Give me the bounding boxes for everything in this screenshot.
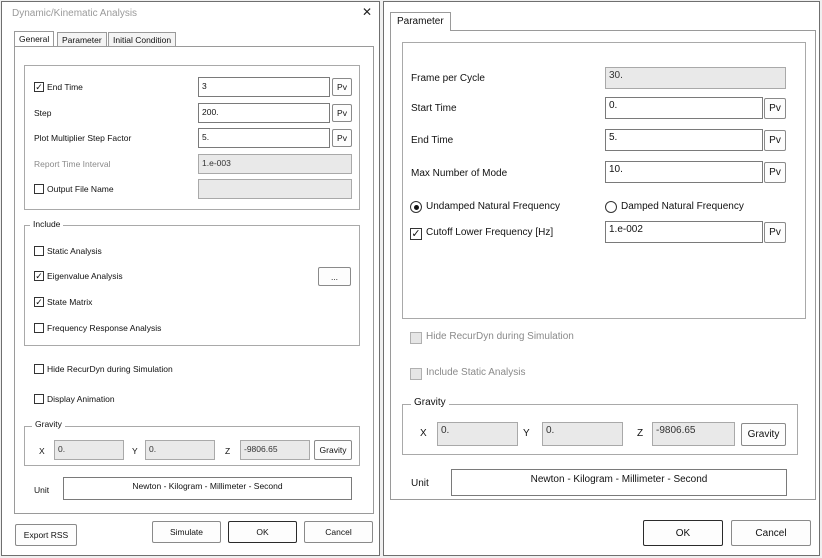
unit-field[interactable]: Newton - Kilogram - Millimeter - Second [63, 477, 352, 500]
gravity-x-label-right: X [420, 428, 427, 439]
output-file-checkbox[interactable] [34, 184, 44, 194]
end-time-pv-button[interactable]: Pv [332, 78, 352, 96]
gravity-x-field-right[interactable]: 0. [437, 422, 518, 446]
plot-multiplier-pv-button[interactable]: Pv [332, 129, 352, 147]
tab-general[interactable]: General [14, 31, 55, 46]
damped-label: Damped Natural Frequency [621, 201, 744, 212]
plot-multiplier-field[interactable]: 5. [198, 128, 330, 148]
cutoff-frequency-field[interactable]: 1.e-002 [605, 221, 763, 243]
plot-multiplier-label: Plot Multiplier Step Factor [34, 133, 132, 143]
hide-recurdyn-label: Hide RecurDyn during Simulation [47, 364, 173, 374]
step-pv-button[interactable]: Pv [332, 104, 352, 122]
hide-recurdyn-checkbox-right [410, 332, 422, 344]
ok-button[interactable]: OK [228, 521, 297, 543]
cutoff-frequency-label: Cutoff Lower Frequency [Hz] [426, 227, 554, 238]
end-time-label-right: End Time [411, 135, 454, 146]
end-time-checkbox[interactable]: ✓ [34, 82, 44, 92]
static-analysis-checkbox[interactable] [34, 246, 44, 256]
simulate-button[interactable]: Simulate [152, 521, 221, 543]
end-time-field-right[interactable]: 5. [605, 129, 763, 151]
start-time-field[interactable]: 0. [605, 97, 763, 119]
max-modes-pv-button[interactable]: Pv [764, 162, 786, 183]
tab-parameter-right[interactable]: Parameter [390, 12, 451, 31]
gravity-y-label-right: Y [523, 428, 530, 439]
gravity-z-field[interactable]: -9806.65 [240, 440, 310, 460]
cancel-button-right[interactable]: Cancel [731, 520, 811, 546]
display-animation-checkbox[interactable] [34, 394, 44, 404]
gravity-x-label: X [39, 446, 45, 456]
end-time-field[interactable]: 3 [198, 77, 330, 97]
cutoff-frequency-checkbox[interactable]: ✓ [410, 228, 422, 240]
gravity-button[interactable]: Gravity [314, 440, 352, 460]
gravity-y-field-right[interactable]: 0. [542, 422, 623, 446]
gravity-legend: Gravity [32, 419, 65, 429]
static-analysis-label: Static Analysis [47, 246, 102, 256]
state-matrix-label: State Matrix [47, 297, 93, 307]
cutoff-frequency-pv-button[interactable]: Pv [764, 222, 786, 243]
display-animation-label: Display Animation [47, 394, 115, 404]
step-field[interactable]: 200. [198, 103, 330, 123]
gravity-button-right[interactable]: Gravity [741, 423, 786, 446]
end-time-label: End Time [47, 82, 83, 92]
max-modes-field[interactable]: 10. [605, 161, 763, 183]
end-time-pv-button-right[interactable]: Pv [764, 130, 786, 151]
gravity-x-field[interactable]: 0. [54, 440, 124, 460]
parameter-dialog: Parameter Frame per Cycle 30. Start Time… [383, 1, 820, 556]
start-time-label: Start Time [411, 103, 457, 114]
gravity-z-field-right[interactable]: -9806.65 [652, 422, 735, 446]
include-static-checkbox [410, 368, 422, 380]
frequency-response-label: Frequency Response Analysis [47, 323, 162, 333]
report-interval-field: 1.e-003 [198, 154, 352, 174]
frame-per-cycle-label: Frame per Cycle [411, 73, 485, 84]
unit-label-right: Unit [411, 478, 429, 489]
output-file-label: Output File Name [47, 184, 114, 194]
frequency-response-checkbox[interactable] [34, 323, 44, 333]
close-icon[interactable]: ✕ [362, 5, 372, 19]
undamped-radio[interactable] [410, 201, 422, 213]
gravity-z-label-right: Z [637, 428, 644, 439]
include-legend: Include [30, 219, 64, 229]
export-rss-button[interactable]: Export RSS [15, 524, 77, 546]
gravity-legend-right: Gravity [411, 397, 449, 408]
include-static-label: Include Static Analysis [426, 367, 526, 378]
start-time-pv-button[interactable]: Pv [764, 98, 786, 119]
eigenvalue-options-button[interactable]: ... [318, 267, 351, 286]
damped-radio[interactable] [605, 201, 617, 213]
undamped-label: Undamped Natural Frequency [426, 201, 560, 212]
hide-recurdyn-label-right: Hide RecurDyn during Simulation [426, 331, 574, 342]
eigenvalue-analysis-label: Eigenvalue Analysis [47, 271, 123, 281]
radio-selected-dot [413, 204, 419, 210]
state-matrix-checkbox[interactable]: ✓ [34, 297, 44, 307]
gravity-y-field[interactable]: 0. [145, 440, 215, 460]
eigenvalue-analysis-checkbox[interactable]: ✓ [34, 271, 44, 281]
output-file-field [198, 179, 352, 199]
step-label: Step [34, 108, 52, 118]
ok-button-right[interactable]: OK [643, 520, 723, 546]
unit-field-right[interactable]: Newton - Kilogram - Millimeter - Second [451, 469, 787, 496]
cancel-button[interactable]: Cancel [304, 521, 373, 543]
frame-per-cycle-field: 30. [605, 67, 786, 89]
dynamic-kinematic-dialog: Dynamic/Kinematic Analysis ✕ General Par… [1, 1, 380, 556]
tab-parameter[interactable]: Parameter [57, 32, 107, 46]
unit-label: Unit [34, 485, 50, 495]
tab-initial-condition[interactable]: Initial Condition [108, 32, 177, 46]
report-interval-label: Report Time Interval [34, 159, 111, 169]
gravity-z-label: Z [225, 446, 231, 456]
gravity-y-label: Y [132, 446, 138, 456]
hide-recurdyn-checkbox[interactable] [34, 364, 44, 374]
dialog-title: Dynamic/Kinematic Analysis [12, 8, 138, 19]
max-modes-label: Max Number of Mode [411, 168, 508, 179]
